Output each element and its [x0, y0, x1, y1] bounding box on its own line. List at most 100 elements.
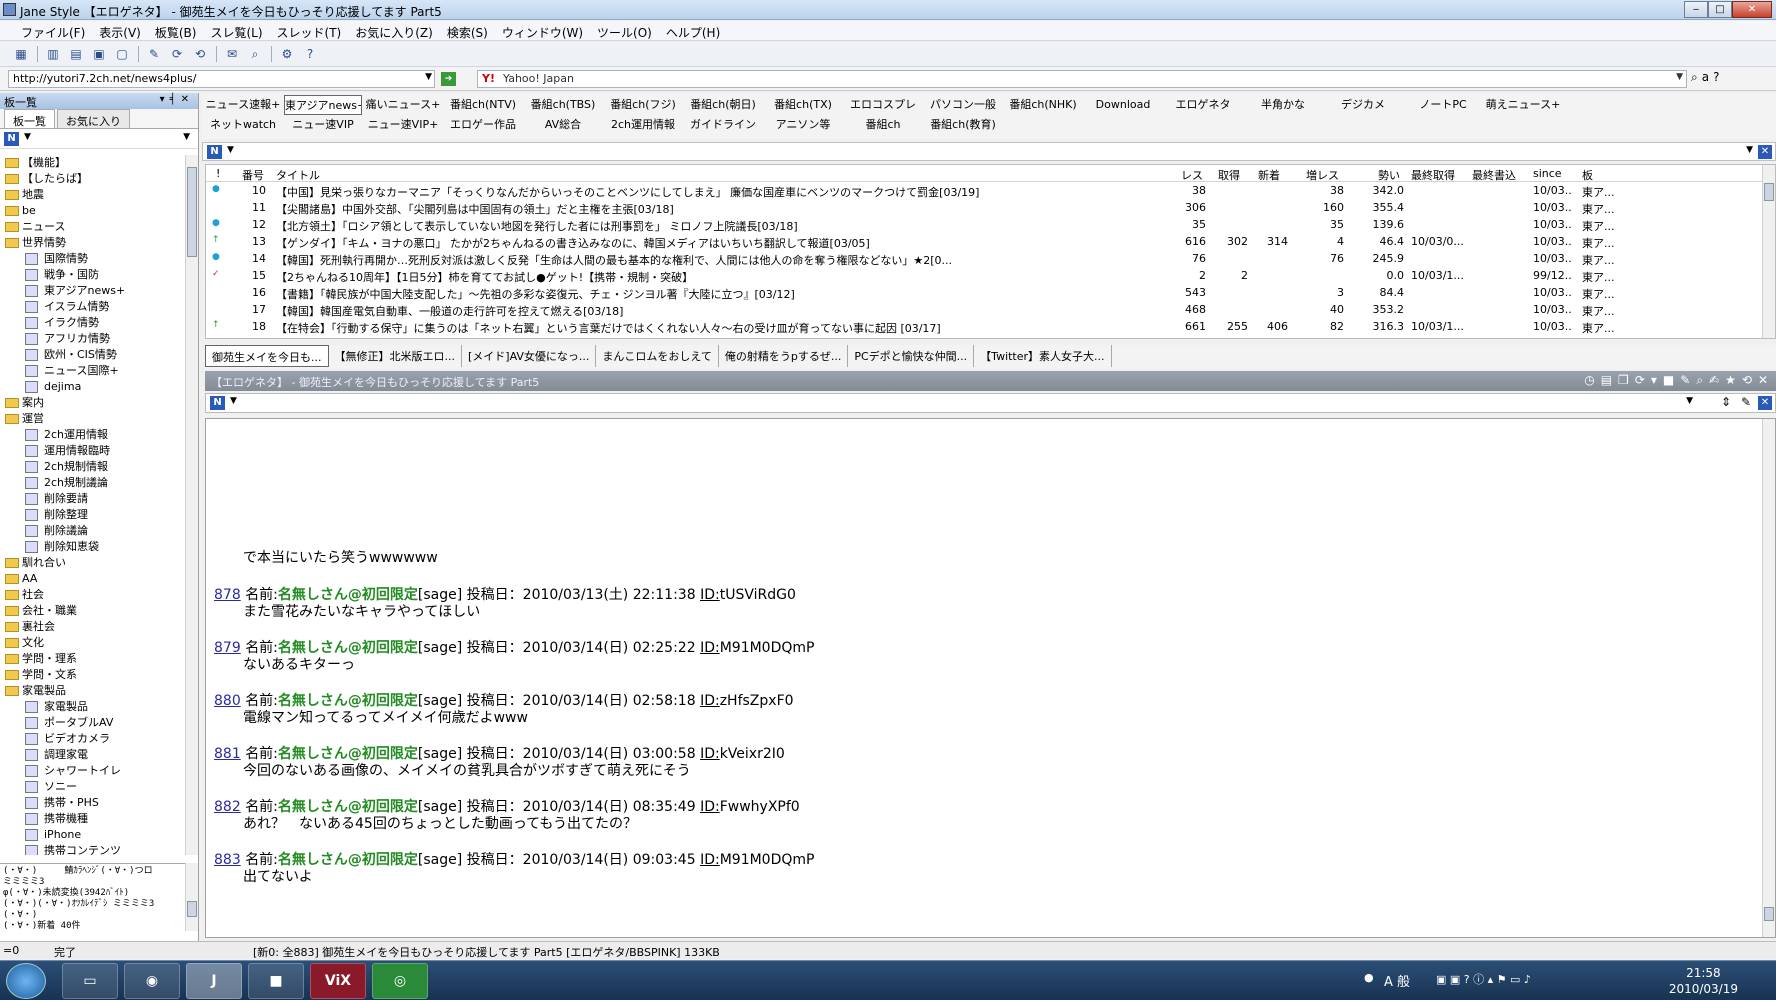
chevron-down-icon[interactable]: ▼	[183, 132, 190, 142]
category-item[interactable]: be	[0, 203, 185, 219]
col-mark[interactable]: !	[216, 167, 220, 180]
log-scrollbar[interactable]	[185, 863, 198, 931]
thread-row[interactable]: ↑ 18 【在特会】「行動する保守」に集うのは「ネット右翼」という言葉だけではくくれ…	[206, 318, 1775, 335]
refresh-icon[interactable]: ⟳	[166, 44, 188, 64]
search-engine-input[interactable]: Y! Yahoo! Japan ▼	[477, 70, 1687, 88]
post-id-link[interactable]: ID:	[700, 693, 720, 709]
layout-2-icon[interactable]: ▤	[65, 44, 87, 64]
menu-file[interactable]: ファイル(F)	[14, 21, 92, 40]
board-item[interactable]: 2ch規制議論	[0, 475, 185, 491]
close-icon[interactable]: ✕	[1758, 373, 1768, 388]
minimize-button[interactable]: ‒	[1684, 1, 1708, 18]
go-icon[interactable]: ➔	[441, 72, 456, 86]
page-icon[interactable]: ▤	[1601, 373, 1612, 388]
menu-board-list[interactable]: 板覧(B)	[148, 21, 204, 40]
scroll-thumb[interactable]	[187, 901, 197, 917]
message-icon[interactable]: ✉	[221, 44, 243, 64]
board-tab[interactable]: 番組ch	[844, 115, 922, 135]
board-item[interactable]: 戦争・国防	[0, 267, 185, 283]
post-id-link[interactable]: ID:	[700, 640, 720, 656]
board-tab[interactable]: 番組ch(NTV)	[444, 95, 522, 115]
maximize-button[interactable]: □	[1708, 1, 1732, 18]
menu-thread[interactable]: スレッド(T)	[270, 21, 349, 40]
chevron-down-icon[interactable]: ▼	[425, 72, 432, 82]
url-input[interactable]: http://yutori7.2ch.net/news4plus/ ▼	[8, 70, 435, 88]
category-item[interactable]: 地震	[0, 187, 185, 203]
board-item[interactable]: ソニー	[0, 779, 185, 795]
ime-indicator[interactable]: A 般	[1384, 971, 1410, 990]
viewer-scrollbar[interactable]	[1762, 419, 1775, 937]
board-tab[interactable]: 番組ch(TX)	[764, 95, 842, 115]
help-icon[interactable]: ?	[299, 44, 321, 64]
write-icon[interactable]: ✍	[1709, 373, 1719, 388]
board-tab[interactable]: アニソン等	[764, 115, 842, 135]
vix-task-icon[interactable]: ViX	[310, 963, 366, 999]
board-item[interactable]: イスラム情勢	[0, 299, 185, 315]
stop-icon[interactable]: ■	[1663, 373, 1674, 388]
filter-mode-icon[interactable]: N	[207, 145, 222, 159]
layout-3-icon[interactable]: ▣	[88, 44, 110, 64]
close-icon[interactable]: ✕	[1758, 145, 1772, 159]
spin-icon[interactable]: ⇕	[1721, 395, 1731, 409]
col-board[interactable]: 板	[1582, 167, 1593, 183]
post-number-link[interactable]: 879	[214, 640, 241, 656]
board-item[interactable]: 削除知恵袋	[0, 539, 185, 555]
board-tab[interactable]: 番組ch(フジ)	[604, 95, 682, 115]
refresh-icon[interactable]: ⟲	[1742, 373, 1752, 388]
start-button[interactable]	[6, 963, 46, 999]
board-tab[interactable]: ガイドライン	[684, 115, 762, 135]
layout-1-icon[interactable]: ▥	[42, 44, 64, 64]
post-number-link[interactable]: 878	[214, 587, 241, 603]
board-item[interactable]: 携帯機種	[0, 811, 185, 827]
close-icon[interactable]: ✕	[1758, 396, 1772, 410]
col-res[interactable]: レス	[1181, 167, 1203, 183]
board-item[interactable]: ビデオカメラ	[0, 731, 185, 747]
close-button[interactable]: ✕	[1732, 1, 1772, 18]
board-item[interactable]: 調理家電	[0, 747, 185, 763]
post-number-link[interactable]: 881	[214, 746, 241, 762]
category-item[interactable]: 【機能】	[0, 155, 185, 171]
thread-tab[interactable]: 俺の射精をうpするぜ...	[719, 345, 849, 367]
scroll-thumb[interactable]	[187, 167, 197, 257]
category-item[interactable]: 馴れ合い	[0, 555, 185, 571]
search-icon[interactable]: ⌕	[1696, 373, 1703, 388]
board-item[interactable]: 削除議論	[0, 523, 185, 539]
post-id-link[interactable]: ID:	[700, 799, 720, 815]
col-new[interactable]: 新着	[1258, 167, 1280, 183]
board-item[interactable]: 携帯・PHS	[0, 795, 185, 811]
thread-tab[interactable]: まんこロムをおしえて	[596, 345, 719, 367]
board-item[interactable]: 運用情報臨時	[0, 443, 185, 459]
menu-help[interactable]: ヘルプ(H)	[659, 21, 727, 40]
menu-favorites[interactable]: お気に入り(Z)	[348, 21, 440, 40]
explorer-task-icon[interactable]: ▭	[62, 963, 118, 999]
tab-favorites[interactable]: お気に入り	[57, 109, 130, 128]
settings-icon[interactable]: ⚙	[276, 44, 298, 64]
board-tab[interactable]: 東アジアnews+	[284, 95, 362, 115]
category-item[interactable]: 世界情勢	[0, 235, 185, 251]
jane-task-icon[interactable]: J	[186, 963, 242, 999]
board-tab[interactable]: 番組ch(朝日)	[684, 95, 762, 115]
board-item[interactable]: 削除要請	[0, 491, 185, 507]
chevron-down-icon[interactable]: ▼	[1676, 72, 1683, 82]
category-item[interactable]: ニュース	[0, 219, 185, 235]
col-got[interactable]: 取得	[1218, 167, 1240, 183]
board-tab[interactable]: 萌えニュース+	[1484, 95, 1562, 115]
category-item[interactable]: AA	[0, 571, 185, 587]
board-tab[interactable]: 番組ch(NHK)	[1004, 95, 1082, 115]
board-item[interactable]: 国際情勢	[0, 251, 185, 267]
board-item[interactable]: 削除整理	[0, 507, 185, 523]
board-tab[interactable]: 番組ch(TBS)	[524, 95, 602, 115]
reload-icon[interactable]: ⟳	[1635, 373, 1645, 388]
board-item[interactable]: 東アジアnews+	[0, 283, 185, 299]
layout-4-icon[interactable]: ▢	[111, 44, 133, 64]
browser-task-icon[interactable]: ◉	[124, 963, 180, 999]
board-tab[interactable]: AV総合	[524, 115, 602, 135]
category-item[interactable]: 学問・理系	[0, 651, 185, 667]
tray-icons[interactable]: ▣ ▣ ? ⓘ ▴ ⚑ ▭ ♪	[1436, 971, 1531, 987]
star-icon[interactable]: ★	[1725, 373, 1736, 388]
col-speed[interactable]: 勢い	[1378, 167, 1400, 183]
category-item[interactable]: 文化	[0, 635, 185, 651]
amazon-icon[interactable]: a	[1702, 70, 1709, 85]
thread-tab[interactable]: PCデポと愉快な仲間...	[848, 345, 975, 367]
board-tab[interactable]: Download	[1084, 95, 1162, 115]
